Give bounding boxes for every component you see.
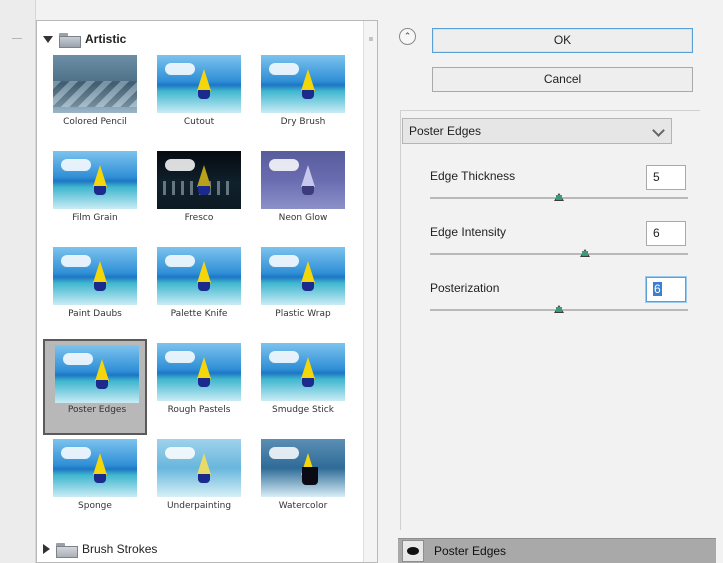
- filter-thumbnail-label: Poster Edges: [67, 405, 127, 415]
- filter-preview-image: [157, 151, 241, 209]
- filter-thumbnail[interactable]: Neon Glow: [251, 147, 355, 243]
- filter-preview-image: [53, 151, 137, 209]
- param-slider-track[interactable]: [430, 253, 688, 255]
- gallery-scrollbar[interactable]: [363, 21, 377, 562]
- param-value-field[interactable]: 5: [646, 165, 686, 190]
- filter-thumbnail[interactable]: Fresco: [147, 147, 251, 243]
- filter-thumbnail-label: Film Grain: [72, 213, 118, 223]
- filter-preview-image: [53, 247, 137, 305]
- filter-preview-image: [261, 343, 345, 401]
- filter-thumbnail[interactable]: Poster Edges: [43, 339, 147, 435]
- filter-thumbnail[interactable]: Cutout: [147, 51, 251, 147]
- category-label: Artistic: [85, 32, 127, 46]
- filter-thumbnail-label: Rough Pastels: [167, 405, 231, 415]
- filter-thumbnail-label: Sponge: [78, 501, 112, 511]
- cancel-button[interactable]: Cancel: [432, 67, 693, 92]
- filter-preview-image: [157, 439, 241, 497]
- filter-thumbnail-label: Smudge Stick: [272, 405, 334, 415]
- filter-thumbnail[interactable]: Sponge: [43, 435, 147, 531]
- filter-preview-image: [261, 439, 345, 497]
- filter-select-value: Poster Edges: [409, 124, 482, 138]
- param-slider-thumb[interactable]: [554, 193, 564, 201]
- filter-thumbnail-label: Cutout: [183, 117, 215, 127]
- param-label: Edge Thickness: [430, 169, 516, 183]
- filter-thumbnail-label: Paint Daubs: [68, 309, 122, 319]
- param-label: Edge Intensity: [430, 225, 507, 239]
- filter-preview-image: [261, 151, 345, 209]
- filter-preview-image: [261, 55, 345, 113]
- disclosure-closed-icon[interactable]: [43, 544, 50, 554]
- filter-thumbnail[interactable]: Watercolor: [251, 435, 355, 531]
- category-artistic[interactable]: Artistic: [43, 29, 126, 49]
- filter-preview-image: [55, 345, 139, 403]
- filter-thumbnail-label: Dry Brush: [280, 117, 326, 127]
- filter-thumbnail[interactable]: Rough Pastels: [147, 339, 251, 435]
- category-label: Brush Strokes: [82, 542, 158, 556]
- ok-button[interactable]: OK: [432, 28, 693, 53]
- filter-thumbnail-label: Neon Glow: [278, 213, 328, 223]
- left-edge-strip: [0, 0, 36, 563]
- eye-icon: [407, 547, 419, 555]
- filter-preview-image: [157, 247, 241, 305]
- param-value-field[interactable]: 6: [646, 221, 686, 246]
- divider: [12, 38, 22, 39]
- filter-thumbnail[interactable]: Plastic Wrap: [251, 243, 355, 339]
- param-label: Posterization: [430, 281, 500, 295]
- filter-thumbnail[interactable]: Palette Knife: [147, 243, 251, 339]
- filter-thumbnail[interactable]: Colored Pencil: [43, 51, 147, 147]
- effect-layer-label: Poster Edges: [434, 544, 507, 558]
- filter-thumbnail-label: Plastic Wrap: [275, 309, 331, 319]
- filter-preview-image: [261, 247, 345, 305]
- filter-preview-image: [157, 343, 241, 401]
- filter-preview-image: [53, 55, 137, 113]
- filter-thumbnail-label: Colored Pencil: [63, 117, 127, 127]
- folder-icon: [59, 32, 81, 48]
- filter-gallery-panel: Artistic Colored Pencil Cutout Dry Brush Fi…: [36, 20, 378, 563]
- category-brush-strokes[interactable]: Brush Strokes: [43, 538, 157, 560]
- filter-select-dropdown[interactable]: Poster Edges: [402, 118, 672, 144]
- filter-thumbnail[interactable]: Paint Daubs: [43, 243, 147, 339]
- settings-panel: ⌃ OK Cancel Poster Edges Edge Thickness 5…: [388, 20, 723, 563]
- folder-icon: [56, 542, 78, 558]
- param-value: 6: [653, 282, 662, 296]
- param-value: 5: [653, 170, 660, 184]
- filter-thumbnail[interactable]: Underpainting: [147, 435, 251, 531]
- disclosure-open-icon[interactable]: [43, 35, 53, 43]
- param-slider-thumb[interactable]: [554, 305, 564, 313]
- visibility-toggle[interactable]: [402, 540, 424, 562]
- filter-thumbnail-label: Palette Knife: [170, 309, 228, 319]
- param-slider-thumb[interactable]: [579, 249, 590, 257]
- filter-preview-image: [53, 439, 137, 497]
- filter-thumbnail-label: Watercolor: [278, 501, 328, 511]
- param-value: 6: [653, 226, 660, 240]
- effect-layer-row[interactable]: Poster Edges: [398, 538, 716, 563]
- collapse-gallery-button[interactable]: ⌃: [399, 28, 416, 45]
- filter-thumbnail-label: Underpainting: [166, 501, 232, 511]
- param-value-field[interactable]: 6: [646, 277, 686, 302]
- filter-thumbnail[interactable]: Dry Brush: [251, 51, 355, 147]
- filter-preview-image: [157, 55, 241, 113]
- filter-thumbnail[interactable]: Smudge Stick: [251, 339, 355, 435]
- filter-thumbnail[interactable]: Film Grain: [43, 147, 147, 243]
- filter-thumbnail-label: Fresco: [184, 213, 214, 223]
- chevron-down-icon: [652, 124, 665, 137]
